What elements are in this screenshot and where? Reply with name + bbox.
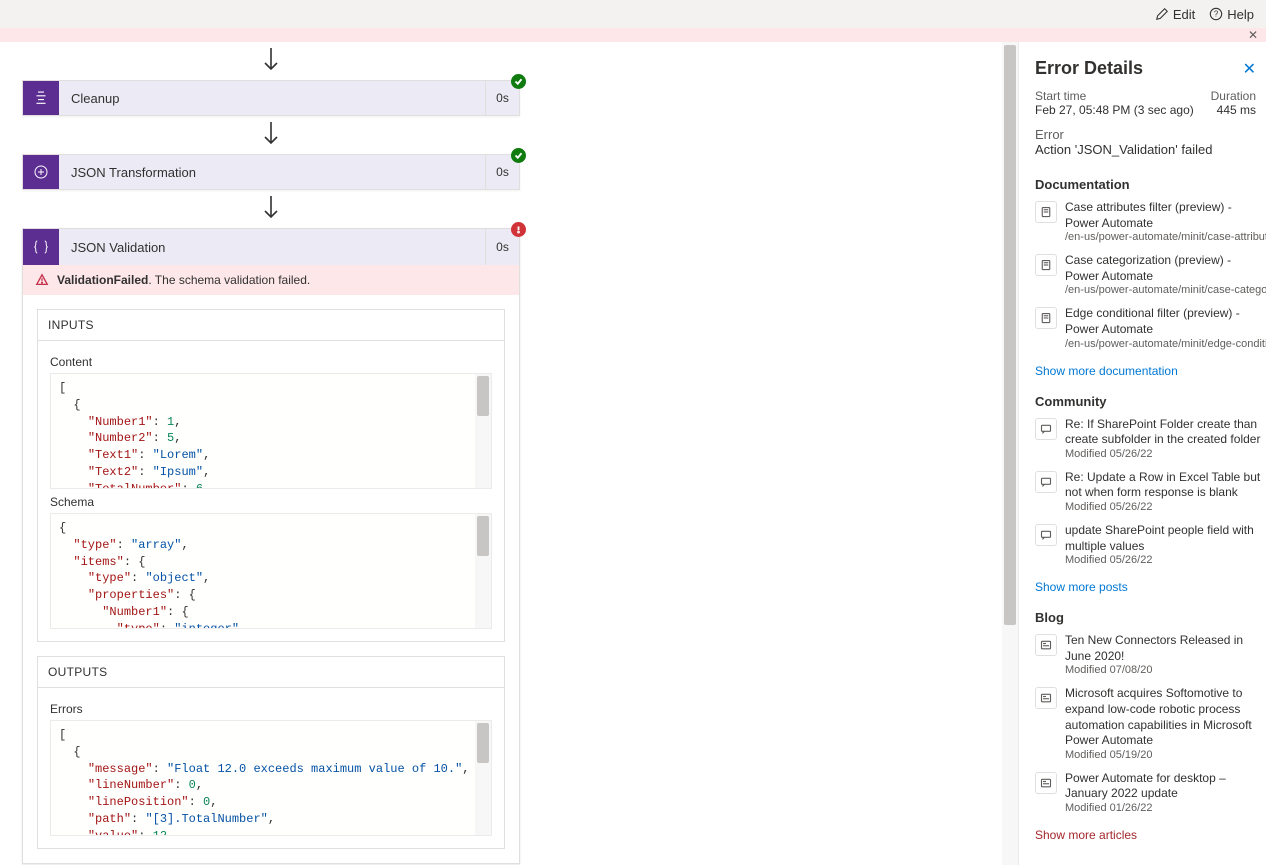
doc-link[interactable]: Edge conditional filter (preview) - Powe… — [1035, 306, 1266, 349]
success-badge — [511, 148, 526, 163]
scrollbar[interactable] — [475, 514, 491, 628]
scrollbar[interactable] — [475, 721, 491, 835]
connector-arrow — [22, 196, 520, 222]
show-more-documentation[interactable]: Show more documentation — [1035, 364, 1266, 378]
error-label: Error — [1035, 127, 1266, 142]
duration-value: 445 ms — [1217, 103, 1256, 117]
edit-button[interactable]: Edit — [1155, 7, 1195, 22]
errors-code[interactable]: [ { "message": "Float 12.0 exceeds maxim… — [50, 720, 492, 836]
step-title: Cleanup — [59, 81, 485, 115]
help-icon: ? — [1209, 7, 1223, 21]
blog-header: Blog — [1035, 610, 1266, 625]
comment-icon — [1035, 471, 1057, 493]
comment-icon — [1035, 524, 1057, 546]
step-cleanup[interactable]: Cleanup 0s — [22, 80, 520, 116]
close-icon[interactable]: ✕ — [1248, 28, 1258, 42]
community-link[interactable]: update SharePoint people field with mult… — [1035, 523, 1266, 566]
error-badge — [511, 222, 526, 237]
pencil-icon — [1155, 7, 1169, 21]
error-value: Action 'JSON_Validation' failed — [1035, 142, 1266, 157]
help-button[interactable]: ? Help — [1209, 7, 1254, 22]
panel-title: Error Details ✕ — [1035, 58, 1266, 79]
step-icon — [23, 229, 59, 265]
step-icon — [23, 81, 59, 115]
step-title: JSON Validation — [59, 229, 485, 265]
step-title: JSON Transformation — [59, 155, 485, 189]
content-label: Content — [50, 355, 492, 369]
community-link[interactable]: Re: Update a Row in Excel Table but not … — [1035, 470, 1266, 513]
news-icon — [1035, 687, 1057, 709]
step-json-validation[interactable]: JSON Validation 0s ValidationFailed. The… — [22, 228, 520, 864]
inputs-header: INPUTS — [38, 310, 504, 341]
step-json-transformation[interactable]: JSON Transformation 0s — [22, 154, 520, 190]
show-more-articles[interactable]: Show more articles — [1035, 828, 1266, 842]
doc-link[interactable]: Case attributes filter (preview) - Power… — [1035, 200, 1266, 243]
close-panel-icon[interactable]: ✕ — [1243, 59, 1256, 79]
connector-arrow — [22, 122, 520, 148]
outputs-box: OUTPUTS Errors [ { "message": "Float 12.… — [37, 656, 505, 849]
notification-bar: ✕ — [0, 28, 1266, 42]
success-badge — [511, 74, 526, 89]
errors-label: Errors — [50, 702, 492, 716]
blog-link[interactable]: Power Automate for desktop – January 202… — [1035, 771, 1266, 814]
scrollbar[interactable] — [475, 374, 491, 488]
schema-code[interactable]: { "type": "array", "items": { "type": "o… — [50, 513, 492, 629]
show-more-posts[interactable]: Show more posts — [1035, 580, 1266, 594]
svg-text:?: ? — [1214, 10, 1219, 19]
community-link[interactable]: Re: If SharePoint Folder create than cre… — [1035, 417, 1266, 460]
top-toolbar: Edit ? Help — [0, 0, 1266, 28]
blog-link[interactable]: Microsoft acquires Softomotive to expand… — [1035, 686, 1266, 760]
doc-link[interactable]: Case categorization (preview) - Power Au… — [1035, 253, 1266, 296]
start-time-value: Feb 27, 05:48 PM (3 sec ago) — [1035, 103, 1194, 117]
document-icon — [1035, 254, 1057, 276]
community-header: Community — [1035, 394, 1266, 409]
step-icon — [23, 155, 59, 189]
documentation-header: Documentation — [1035, 177, 1266, 192]
content-code[interactable]: [ { "Number1": 1, "Number2": 5, "Text1":… — [50, 373, 492, 489]
comment-icon — [1035, 418, 1057, 440]
validation-error-banner: ValidationFailed. The schema validation … — [23, 265, 519, 295]
inputs-box: INPUTS Content [ { "Number1": 1, "Number… — [37, 309, 505, 642]
canvas-scrollbar[interactable] — [1002, 42, 1018, 865]
news-icon — [1035, 634, 1057, 656]
schema-label: Schema — [50, 495, 492, 509]
blog-link[interactable]: Ten New Connectors Released in June 2020… — [1035, 633, 1266, 676]
duration-label: Duration — [1211, 89, 1256, 103]
start-time-label: Start time — [1035, 89, 1086, 103]
flow-canvas[interactable]: Cleanup 0s JSON Transformation 0s — [0, 42, 1018, 865]
warning-icon — [35, 273, 49, 287]
news-icon — [1035, 772, 1057, 794]
error-details-panel: Error Details ✕ Start time Duration Feb … — [1018, 42, 1266, 865]
document-icon — [1035, 307, 1057, 329]
connector-arrow — [22, 48, 520, 74]
outputs-header: OUTPUTS — [38, 657, 504, 688]
document-icon — [1035, 201, 1057, 223]
